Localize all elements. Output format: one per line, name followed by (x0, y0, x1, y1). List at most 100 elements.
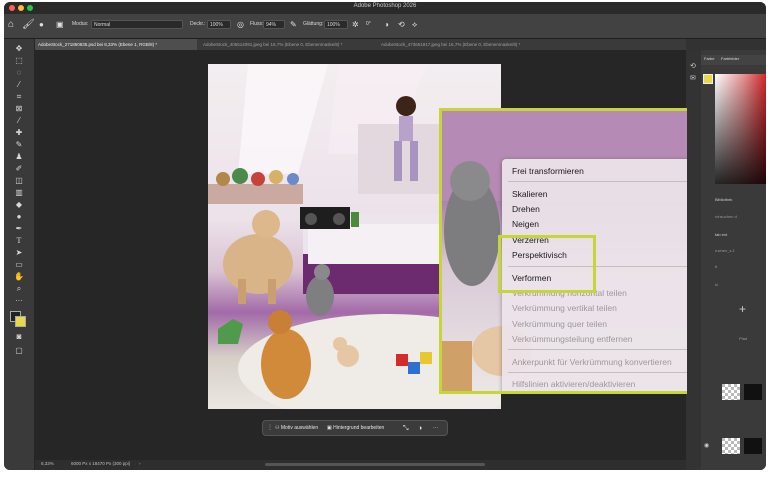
tab-color[interactable]: Farbe (704, 56, 714, 61)
document-tab-2[interactable]: AdobeStock_405514091.jpeg bei 16,7% (Ebe… (199, 39, 375, 50)
smoothing-settings-icon[interactable]: ✲ (352, 19, 359, 31)
pen-tool-icon[interactable]: ✒ (13, 224, 25, 234)
horizontal-scrollbar[interactable] (265, 463, 485, 466)
home-icon[interactable]: ⌂ (8, 19, 14, 31)
zoom-tool-icon[interactable]: ⌕ (13, 284, 25, 294)
document-tab-1[interactable]: AdobeStock_271860835.psd bei 8,33% (Eben… (34, 39, 197, 50)
eyedropper-tool-icon[interactable]: ⁄ (13, 116, 25, 126)
smoothing-label: Glättung: (303, 21, 324, 27)
brush-settings-icon[interactable]: ▣ (56, 19, 64, 31)
symmetry-icon[interactable]: ⟲ (398, 19, 405, 31)
pressure-size-icon[interactable]: ◑ (384, 19, 389, 31)
rectangle-tool-icon[interactable]: ▭ (13, 260, 25, 270)
canvas-area[interactable]: Frei transformieren Skalieren Drehen Nei… (35, 50, 729, 460)
document-tab-3[interactable]: AdobeStock_473661917.jpeg bei 16,7% (Ebe… (377, 39, 553, 50)
blur-tool-icon[interactable]: ◆ (13, 200, 25, 210)
zoom-level[interactable]: 8,33% (41, 461, 54, 466)
menu-item-split-warp-vertical: Verkrümmung vertikal teilen (512, 303, 617, 313)
mode-select[interactable]: Normal (91, 20, 183, 29)
panel-icon-strip: ⟲ ✉ (687, 50, 701, 470)
mask-icon[interactable]: ◑ (418, 424, 422, 433)
flow-field[interactable]: 94% (263, 20, 285, 29)
quick-mask-icon[interactable]: ◙ (13, 332, 25, 342)
edit-background-button[interactable]: ▣ Hintergrund bearbeiten (327, 424, 384, 433)
add-icon[interactable]: + (739, 302, 746, 316)
menu-separator (508, 181, 691, 182)
menu-item-remove-warp-split: Verkrümmungsteilung entfernen (512, 334, 633, 344)
smoothing-field[interactable]: 100% (324, 20, 348, 29)
visibility-eye-icon[interactable]: ◉ (704, 442, 709, 449)
title-bar: Adobe Photoshop 2026 (4, 2, 766, 14)
more-tools-icon[interactable]: ··· (13, 296, 25, 306)
options-bar: ⌂ 🖌 ● ▣ Modus: Normal Deckr.: 100% ◎ Flu… (4, 14, 766, 39)
color-picker-field[interactable] (715, 74, 766, 184)
brush-tool-icon[interactable]: ✎ (13, 140, 25, 150)
gradient-tool-icon[interactable]: ▥ (13, 188, 25, 198)
clone-stamp-tool-icon[interactable]: ♟ (13, 152, 25, 162)
contextual-task-bar: ⋮ ⚇ Motiv auswählen ▣ Hintergrund bearbe… (262, 420, 448, 436)
frame-tool-icon[interactable]: ⊠ (13, 104, 25, 114)
photoshop-window: Adobe Photoshop 2026 ⌂ 🖌 ● ▣ Modus: Norm… (4, 2, 766, 470)
menu-item-free-transform[interactable]: Frei transformieren (512, 166, 584, 177)
highlight-box (498, 235, 596, 293)
menu-item-toggle-guides: Hilfslinien aktivieren/deaktivieren (512, 379, 636, 389)
angle-value[interactable]: 0° (366, 21, 371, 27)
layer-thumbnail[interactable] (722, 438, 740, 454)
t-hint: tt (715, 264, 718, 269)
select-subject-label: Motiv auswählen (280, 425, 319, 431)
library-search[interactable]: rchsuchen d (715, 214, 737, 219)
background-color-swatch[interactable] (15, 316, 26, 327)
menu-item-skew[interactable]: Neigen (512, 219, 539, 230)
dodge-tool-icon[interactable]: ● (13, 212, 25, 222)
menu-item-convert-warp-anchor: Ankerpunkt für Verkrümmung konvertieren (512, 357, 672, 367)
more-options-button[interactable]: ··· (433, 424, 438, 433)
ki-hint: ki (715, 282, 718, 287)
drag-handle-icon[interactable]: ⋮ (267, 424, 273, 433)
library-label: Bibliothek (715, 197, 733, 202)
comment-icon[interactable]: ✉ (690, 74, 696, 82)
mode-label: Modus: (72, 21, 89, 27)
select-subject-button[interactable]: ⚇ Motiv auswählen (275, 424, 318, 433)
document-info: 6000 Px x 18470 Px (300 ppi) (71, 461, 131, 466)
status-menu-arrow[interactable]: › (139, 461, 141, 466)
opacity-label: Deckr.: (190, 21, 206, 27)
pressure-opacity-icon[interactable]: ◎ (237, 19, 244, 31)
document-tab-bar: AdobeStock_271860835.psd bei 8,33% (Eben… (34, 39, 686, 50)
menu-separator (508, 349, 691, 350)
crop-tool-icon[interactable]: ⌗ (13, 92, 25, 102)
menu-item-rotate[interactable]: Drehen (512, 204, 540, 215)
eraser-tool-icon[interactable]: ◫ (13, 176, 25, 186)
edit-background-label: Hintergrund bearbeiten (333, 425, 385, 431)
history-brush-tool-icon[interactable]: ✐ (13, 164, 25, 174)
type-tool-icon[interactable]: T (13, 236, 25, 246)
zoom-callout: Frei transformieren Skalieren Drehen Nei… (439, 108, 729, 394)
paths-tab[interactable]: Pfad (739, 336, 747, 341)
color-panel-tabs: Farbe Farbfelder (701, 55, 766, 65)
hand-tool-icon[interactable]: ✋ (13, 272, 25, 282)
lasso-tool-icon[interactable]: ◌ (13, 68, 25, 78)
marquee-tool-icon[interactable]: ⬚ (13, 56, 25, 66)
opacity-field[interactable]: 100% (207, 20, 231, 29)
path-selection-tool-icon[interactable]: ➤ (13, 248, 25, 258)
file-hint: ruchen_s.1 (715, 248, 735, 253)
screen-mode-icon[interactable]: ▢ (13, 346, 25, 356)
status-bar: 8,33% 6000 Px x 18470 Px (300 ppi) › (35, 460, 686, 470)
quick-selection-tool-icon[interactable]: ⁄ (13, 80, 25, 90)
butterfly-icon[interactable]: ⟡ (412, 19, 417, 31)
adjust-icon[interactable]: ⤡ (403, 424, 409, 433)
panel-foreground-swatch[interactable] (703, 74, 713, 84)
brush-preset-icon[interactable]: ● (39, 19, 44, 31)
airbrush-icon[interactable]: ✎ (290, 19, 297, 31)
layer-thumbnail[interactable] (722, 384, 740, 400)
menu-item-scale[interactable]: Skalieren (512, 189, 547, 200)
move-tool-icon[interactable]: ✥ (13, 44, 25, 54)
menu-separator (508, 372, 691, 373)
tab-label: tab ent (715, 232, 728, 237)
history-icon[interactable]: ⟲ (690, 62, 696, 70)
tools-panel: ✥ ⬚ ◌ ⁄ ⌗ ⊠ ⁄ ✚ ✎ ♟ ✐ ◫ ▥ ◆ ● ✒ T ➤ ▭ ✋ … (4, 39, 35, 470)
layer-mask-thumbnail[interactable] (744, 438, 762, 454)
layer-mask-thumbnail[interactable] (744, 384, 762, 400)
spot-healing-tool-icon[interactable]: ✚ (13, 128, 25, 138)
tab-swatches[interactable]: Farbfelder (721, 56, 739, 61)
brush-tool-icon[interactable]: 🖌 (22, 19, 35, 31)
